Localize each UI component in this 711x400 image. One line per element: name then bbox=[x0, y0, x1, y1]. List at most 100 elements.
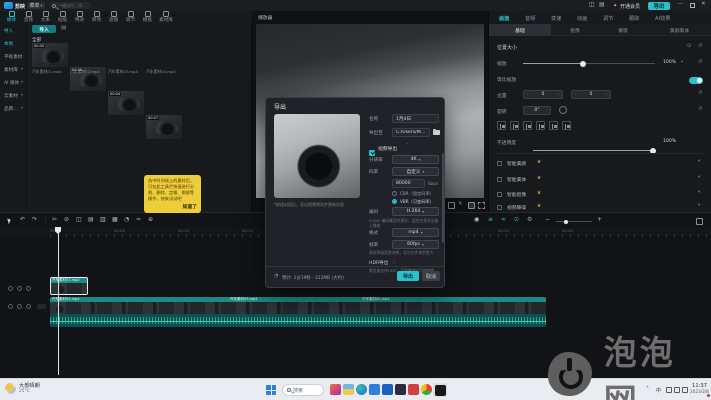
align-button-5[interactable] bbox=[549, 121, 558, 130]
chevron-down-icon[interactable]: ▾ bbox=[698, 176, 700, 181]
option-checkbox[interactable] bbox=[497, 192, 502, 197]
taskbar-app-capcut-active[interactable] bbox=[433, 383, 447, 397]
preview-axis-icon[interactable]: ⊙ bbox=[514, 217, 519, 223]
subtab-basic[interactable]: 基础 bbox=[489, 24, 551, 36]
sidebar-item-cloud[interactable]: 云素材 bbox=[4, 93, 22, 99]
reset-icon[interactable]: ↺ bbox=[698, 60, 702, 65]
track-lock-icon[interactable] bbox=[8, 304, 13, 309]
adapt-icon[interactable] bbox=[468, 202, 475, 209]
track-mute-icon[interactable] bbox=[26, 304, 31, 309]
export-button-top[interactable]: 导出 bbox=[648, 2, 670, 10]
cbr-radio[interactable] bbox=[392, 191, 397, 196]
export-cover-image[interactable] bbox=[274, 114, 360, 198]
notification-icon[interactable]: ▤ bbox=[599, 2, 605, 8]
bitrate-input[interactable]: 80000 bbox=[392, 179, 425, 188]
chevron-down-icon[interactable]: ▾ bbox=[698, 191, 700, 196]
track-hide-icon[interactable] bbox=[17, 286, 22, 291]
align-button-3[interactable] bbox=[523, 121, 532, 130]
sidebar-item-library[interactable]: 素材库 bbox=[4, 67, 22, 73]
timeline-zoom-knob[interactable] bbox=[564, 220, 568, 224]
link-icon[interactable]: ∞ bbox=[501, 217, 506, 223]
reset-icon[interactable]: ↺ bbox=[698, 107, 702, 112]
minimize-icon[interactable]: — bbox=[678, 2, 683, 7]
opacity-slider[interactable] bbox=[533, 150, 655, 151]
select-tool-icon[interactable] bbox=[7, 218, 11, 225]
subtab-beauty[interactable]: 美颜美体 bbox=[647, 24, 711, 36]
position-x-stepper[interactable]: ‹0› bbox=[523, 90, 563, 99]
reset-icon[interactable]: ↺ bbox=[698, 91, 702, 96]
inspector-tab-ai[interactable]: AI效果 bbox=[655, 15, 670, 22]
bitrate-dropdown[interactable]: 自定义 ▾ bbox=[392, 167, 439, 176]
taskbar-app-store[interactable] bbox=[369, 384, 380, 395]
sidebar-item-device[interactable]: 平板素材 bbox=[4, 54, 26, 60]
subtab-mask[interactable]: 蒙版 bbox=[599, 24, 647, 36]
timeline-clip-selected[interactable]: 汽车素材01.mp4 bbox=[50, 277, 88, 295]
playhead-line[interactable] bbox=[58, 227, 59, 375]
import-button[interactable]: 导入 bbox=[32, 25, 56, 33]
chevron-down-icon[interactable]: ▾ bbox=[698, 160, 700, 165]
uniform-scale-toggle[interactable] bbox=[689, 77, 703, 84]
resolution-dropdown[interactable]: 4K ▾ bbox=[392, 155, 439, 164]
timeline-settings-icon[interactable]: ⚙ bbox=[527, 217, 532, 223]
split-icon[interactable]: ✂ bbox=[52, 217, 57, 223]
inspector-tab-speed[interactable]: 变速 bbox=[551, 15, 561, 22]
option-smart-body[interactable]: 智能美体 bbox=[507, 176, 526, 183]
codec-dropdown[interactable]: H.264 ▾ bbox=[392, 207, 439, 216]
taskbar-app-chrome[interactable] bbox=[421, 384, 432, 395]
timeline-zoom-slider[interactable] bbox=[556, 221, 592, 222]
taskbar-app-edge[interactable] bbox=[356, 384, 367, 395]
freeze-icon[interactable]: ◫ bbox=[76, 217, 82, 223]
close-icon[interactable]: ✕ bbox=[701, 2, 706, 8]
delete-icon[interactable]: ⊘ bbox=[64, 217, 69, 223]
inspector-tab-picture[interactable]: 画面 bbox=[499, 15, 509, 22]
option-checkbox[interactable] bbox=[497, 177, 502, 182]
track-hide-icon[interactable] bbox=[17, 304, 22, 309]
inspector-tab-adjust[interactable]: 调节 bbox=[603, 15, 613, 22]
fullscreen-icon[interactable] bbox=[478, 202, 485, 209]
scale-slider[interactable] bbox=[523, 63, 655, 64]
speed-icon[interactable]: ◔ bbox=[124, 217, 129, 223]
dialog-cancel-button[interactable]: 取消 bbox=[422, 271, 440, 281]
ratio-icon[interactable]: ✕ bbox=[458, 202, 463, 208]
align-button-6[interactable] bbox=[562, 121, 571, 130]
sidebar-item-local[interactable]: 本地 bbox=[4, 41, 26, 47]
inspector-tab-tracking[interactable]: 跟踪 bbox=[629, 15, 639, 22]
media-clip-thumbnail[interactable]: 00:05 bbox=[32, 43, 68, 67]
option-smart-beauty[interactable]: 智能美颜 bbox=[507, 160, 526, 167]
option-checkbox[interactable] bbox=[497, 205, 502, 210]
option-denoise[interactable]: 视频降噪 bbox=[507, 204, 526, 211]
browse-folder-icon[interactable] bbox=[433, 130, 440, 135]
option-smart-cutout[interactable]: 智能抠像 bbox=[507, 191, 526, 198]
path-input[interactable]: C:/Users/My/Videos/… bbox=[392, 128, 430, 137]
taskbar-app-photos[interactable] bbox=[330, 384, 341, 395]
fps-dropdown[interactable]: 60fps ▾ bbox=[392, 240, 439, 249]
name-input[interactable]: 1月4日 bbox=[392, 114, 439, 123]
taskbar-search-input[interactable]: 搜索 bbox=[282, 384, 324, 396]
align-button-2[interactable] bbox=[510, 121, 519, 130]
rotate-input[interactable]: 0° bbox=[523, 106, 551, 115]
tooltip-confirm-button[interactable]: 知道了 bbox=[148, 203, 197, 210]
menu-button[interactable]: 菜单 ▾ bbox=[27, 2, 45, 9]
inspector-tab-audio[interactable]: 音频 bbox=[525, 15, 535, 22]
view-mode-icon[interactable]: ▤ bbox=[61, 26, 66, 32]
position-y-stepper[interactable]: ‹0› bbox=[571, 90, 611, 99]
align-button-4[interactable] bbox=[536, 121, 545, 130]
dialog-export-button[interactable]: 导出 bbox=[397, 271, 419, 281]
mirror-icon[interactable]: ▥ bbox=[100, 217, 106, 223]
rotate-dial[interactable] bbox=[559, 106, 567, 114]
snap-icon[interactable]: ≡ bbox=[488, 217, 493, 223]
undo-icon[interactable]: ↶ bbox=[20, 217, 25, 223]
taskbar-app-word[interactable] bbox=[382, 384, 393, 395]
maximize-icon[interactable] bbox=[690, 3, 695, 8]
zoom-in-icon[interactable]: + bbox=[597, 217, 602, 223]
vip-button[interactable]: 开通会员 bbox=[620, 3, 640, 10]
sidebar-item-ai-media[interactable]: AI 媒体 bbox=[4, 80, 22, 86]
stepper-icon[interactable]: ▴ bbox=[681, 59, 683, 63]
quality-icon[interactable] bbox=[448, 202, 455, 209]
scale-slider-knob[interactable] bbox=[580, 61, 586, 67]
sidebar-item-brand[interactable]: 品牌素材 bbox=[4, 106, 22, 112]
add-track-icon[interactable]: ⊕ bbox=[148, 217, 153, 223]
reverse-icon[interactable]: ▤ bbox=[88, 217, 94, 223]
layout-icon[interactable]: ◫ bbox=[589, 2, 595, 8]
media-clip-thumbnail[interactable]: 00:07 bbox=[146, 115, 182, 139]
